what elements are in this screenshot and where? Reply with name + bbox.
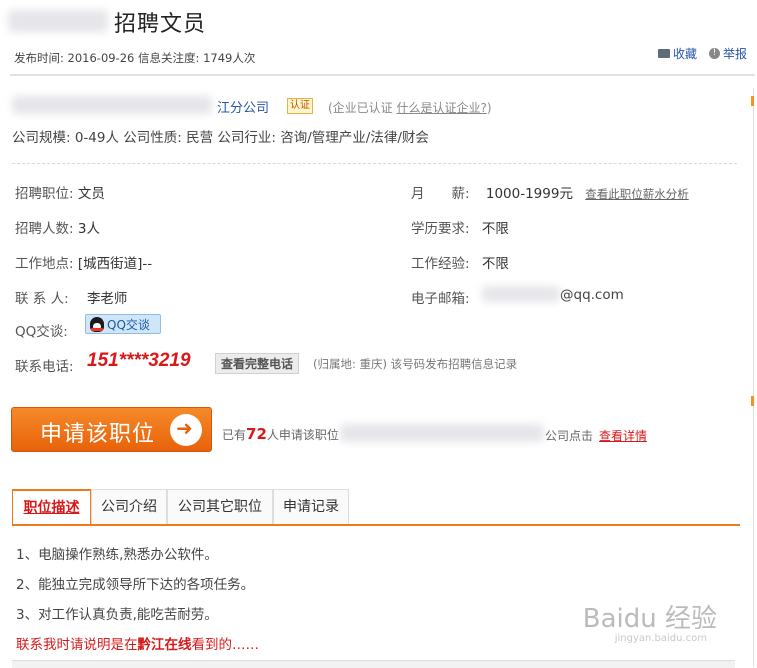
position-row: 招聘职位: 文员: [15, 182, 105, 202]
description-line: 1、电脑操作熟练,熟悉办公软件。: [16, 547, 218, 563]
salary-label: 月 薪:: [411, 186, 470, 202]
description-line: 3、对工作认真负责,能吃苦耐劳。: [16, 607, 218, 623]
contact-tip-site: 黔江在线: [137, 637, 192, 653]
contact-label: 联 系 人:: [15, 291, 69, 307]
tab-apply-records[interactable]: 申请记录: [273, 489, 349, 524]
count-label: 招聘人数:: [15, 221, 74, 237]
tab-label: 职位描述: [23, 500, 80, 516]
qq-chat-label: QQ交谈: [107, 317, 150, 332]
location-value: [城西街道]--: [77, 256, 153, 272]
phone-label: 联系电话:: [15, 359, 74, 375]
qq-label: QQ交谈:: [15, 324, 68, 340]
cert-note-suffix: ): [486, 101, 492, 115]
attention-value: 1749人次: [203, 51, 256, 65]
accent-marker: [751, 396, 754, 406]
attention-label: 信息关注度:: [138, 51, 200, 65]
experience-label: 工作经验:: [411, 256, 470, 272]
cert-note-prefix: (企业已认证: [328, 101, 397, 115]
applied-info: 已有72人申请该职位: [222, 425, 339, 443]
company-name[interactable]: 江分公司: [217, 97, 269, 116]
applied-mid: 人申请该职位: [266, 428, 339, 442]
tab-bar: 职位描述 公司介绍 公司其它职位 申请记录: [12, 489, 740, 526]
qq-row: QQ交谈:: [15, 320, 68, 340]
experience-value: 不限: [481, 256, 509, 272]
baidu-watermark: Baidu 经验: [582, 604, 717, 634]
position-label: 招聘职位:: [15, 186, 74, 202]
email-row: 电子邮箱:: [411, 287, 470, 307]
publish-meta: 发布时间: 2016-09-26 信息关注度: 1749人次: [14, 50, 255, 66]
email-value: @qq.com: [560, 287, 624, 303]
applied-tail-text: 公司点击: [545, 429, 594, 443]
company-info: 公司规模: 0-49人 公司性质: 民营 公司行业: 咨询/管理产业/法律/财会: [12, 130, 429, 146]
apply-label: 申请该职位: [40, 422, 156, 447]
phone-row: 联系电话:: [15, 355, 74, 375]
contact-tip-suffix: 看到的……: [191, 637, 260, 653]
favorite-link[interactable]: 收藏: [657, 45, 697, 62]
view-full-phone-button[interactable]: 查看完整电话: [215, 353, 300, 374]
tab-label: 公司其它职位: [178, 499, 262, 515]
tab-job-description[interactable]: 职位描述: [12, 489, 91, 524]
redacted-company-clicks: [340, 424, 544, 442]
publish-label: 发布时间:: [14, 51, 64, 65]
view-details-link[interactable]: 查看详情: [599, 429, 647, 443]
tab-label: 申请记录: [283, 499, 339, 515]
redacted-company-prefix: [12, 96, 212, 114]
salary-value: 1000-1999元: [485, 186, 573, 202]
contact-value: 李老师: [86, 291, 128, 307]
report-label: 举报: [722, 47, 747, 61]
report-link[interactable]: ! 举报: [708, 45, 747, 62]
education-label: 学历要求:: [411, 221, 470, 237]
cert-badge: 认证: [287, 98, 313, 114]
watermark-url: jingyan.baidu.com: [614, 633, 707, 644]
favorite-icon: [657, 49, 670, 58]
education-row: 学历要求: 不限: [411, 217, 509, 237]
redacted-title-prefix: [8, 10, 108, 32]
section-divider: [12, 163, 737, 164]
education-value: 不限: [481, 221, 509, 237]
count-row: 招聘人数: 3人: [15, 217, 100, 237]
arrow-right-icon: [170, 414, 202, 446]
count-value: 3人: [77, 221, 100, 237]
position-value: 文员: [77, 186, 105, 202]
top-divider: [10, 74, 755, 76]
right-border: [753, 88, 754, 667]
page-title: 招聘文员: [114, 12, 207, 37]
qq-chat-button[interactable]: QQ交谈: [85, 314, 161, 334]
qq-penguin-icon: [90, 316, 104, 332]
apply-button[interactable]: 申请该职位: [11, 407, 212, 452]
favorite-label: 收藏: [672, 47, 697, 61]
location-row: 工作地点: [城西街道]--: [15, 252, 152, 272]
contact-tip-prefix: 联系我时请说明是在: [16, 637, 138, 653]
cert-note: (企业已认证 什么是认证企业?): [328, 99, 492, 116]
tab-other-positions[interactable]: 公司其它职位: [167, 489, 273, 524]
contact-tip: 联系我时请说明是在黔江在线看到的……: [16, 633, 259, 653]
contact-row: 联 系 人: 李老师: [15, 287, 127, 307]
phone-number: 151****3219: [87, 350, 191, 371]
report-icon: !: [708, 48, 720, 59]
experience-row: 工作经验: 不限: [411, 252, 509, 272]
applied-prefix: 已有: [222, 428, 247, 442]
applied-count: 72: [246, 425, 267, 443]
accent-marker: [751, 96, 754, 106]
salary-row: 月 薪: 1000-1999元 查看此职位薪水分析: [411, 182, 689, 202]
phone-note: (归属地: 重庆) 该号码发布招聘信息记录: [313, 357, 518, 371]
cert-info-link[interactable]: 什么是认证企业?: [397, 101, 487, 115]
location-label: 工作地点:: [15, 256, 74, 272]
description-line: 2、能独立完成领导所下达的各项任务。: [16, 577, 255, 593]
salary-analysis-link[interactable]: 查看此职位薪水分析: [585, 187, 689, 201]
applied-tail: 公司点击 查看详情: [545, 427, 647, 444]
publish-date: 2016-09-26: [67, 51, 135, 65]
tab-label: 公司介绍: [101, 499, 157, 515]
tab-company-intro[interactable]: 公司介绍: [91, 489, 167, 524]
redacted-email-prefix: [482, 286, 560, 302]
top-links: 收藏 ! 举报: [657, 45, 747, 62]
email-label: 电子邮箱:: [411, 291, 470, 307]
